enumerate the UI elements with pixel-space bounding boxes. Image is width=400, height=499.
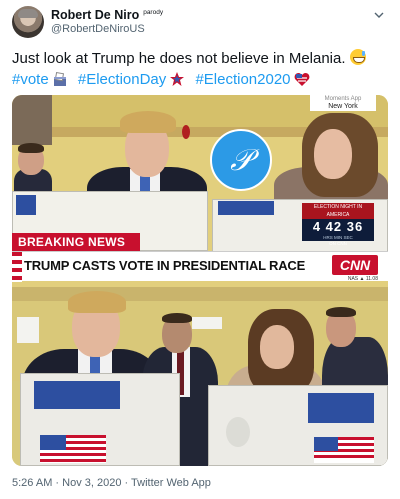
flag-heart-icon (294, 73, 309, 86)
hashtag-election2020[interactable]: #Election2020 (195, 71, 290, 88)
twitter-watermark-logo: 𝒫 (210, 129, 272, 191)
moments-label: Moments App (324, 96, 362, 102)
flag-decal (40, 435, 106, 463)
breaking-news-label: BREAKING NEWS (12, 233, 140, 251)
flag-decal-2 (314, 437, 374, 463)
flag-star-icon (170, 72, 185, 86)
clock-title: ELECTION NIGHT IN AMERICA (302, 203, 374, 219)
hashtags: #vote #ElectionDay #Election2020 (12, 70, 397, 90)
tweet-body: Just look at Trump he does not believe i… (12, 50, 346, 67)
name-row: Robert De Niro parody (51, 8, 163, 22)
flag-stripes (12, 252, 22, 282)
user-handle[interactable]: @RobertDeNiroUS (51, 23, 145, 35)
tweet-timestamp[interactable]: 5:26 AM · Nov 3, 2020 · Twitter Web App (12, 477, 211, 489)
clock-time: 4 42 36 (312, 219, 364, 234)
display-name[interactable]: Robert De Niro (51, 8, 139, 22)
more-chevron-icon[interactable] (372, 8, 386, 22)
headline: TRUMP CASTS VOTE IN PRESIDENTIAL RACE (24, 258, 306, 273)
photo-bottom (12, 287, 388, 466)
tweet-text: Just look at Trump he does not believe i… (12, 49, 392, 69)
cnn-logo: CNN (332, 255, 378, 275)
election-clock: ELECTION NIGHT IN AMERICA 4 42 36 HRS MI… (302, 203, 374, 246)
moments-location: New York (328, 103, 358, 110)
market-ticker: NAS ▲ 11.08 (347, 276, 378, 282)
lower-third: TRUMP CASTS VOTE IN PRESIDENTIAL RACE CN… (12, 251, 388, 282)
avatar[interactable] (12, 6, 44, 38)
parody-label: parody (143, 9, 164, 16)
tweet-card: Robert De Niro parody @RobertDeNiroUS Ju… (0, 0, 400, 499)
ballot-box-icon (53, 71, 66, 86)
hashtag-electionday[interactable]: #ElectionDay (78, 71, 166, 88)
moments-badge: Moments App New York (310, 95, 376, 111)
hashtag-vote[interactable]: #vote (12, 71, 49, 88)
photo-top: Moments App New York 𝒫 ELECTION NIGHT IN… (12, 95, 388, 287)
clock-channel: ON CNN (329, 241, 347, 246)
grinning-sweat-icon (349, 49, 366, 65)
tweet-media[interactable]: Moments App New York 𝒫 ELECTION NIGHT IN… (12, 95, 388, 466)
